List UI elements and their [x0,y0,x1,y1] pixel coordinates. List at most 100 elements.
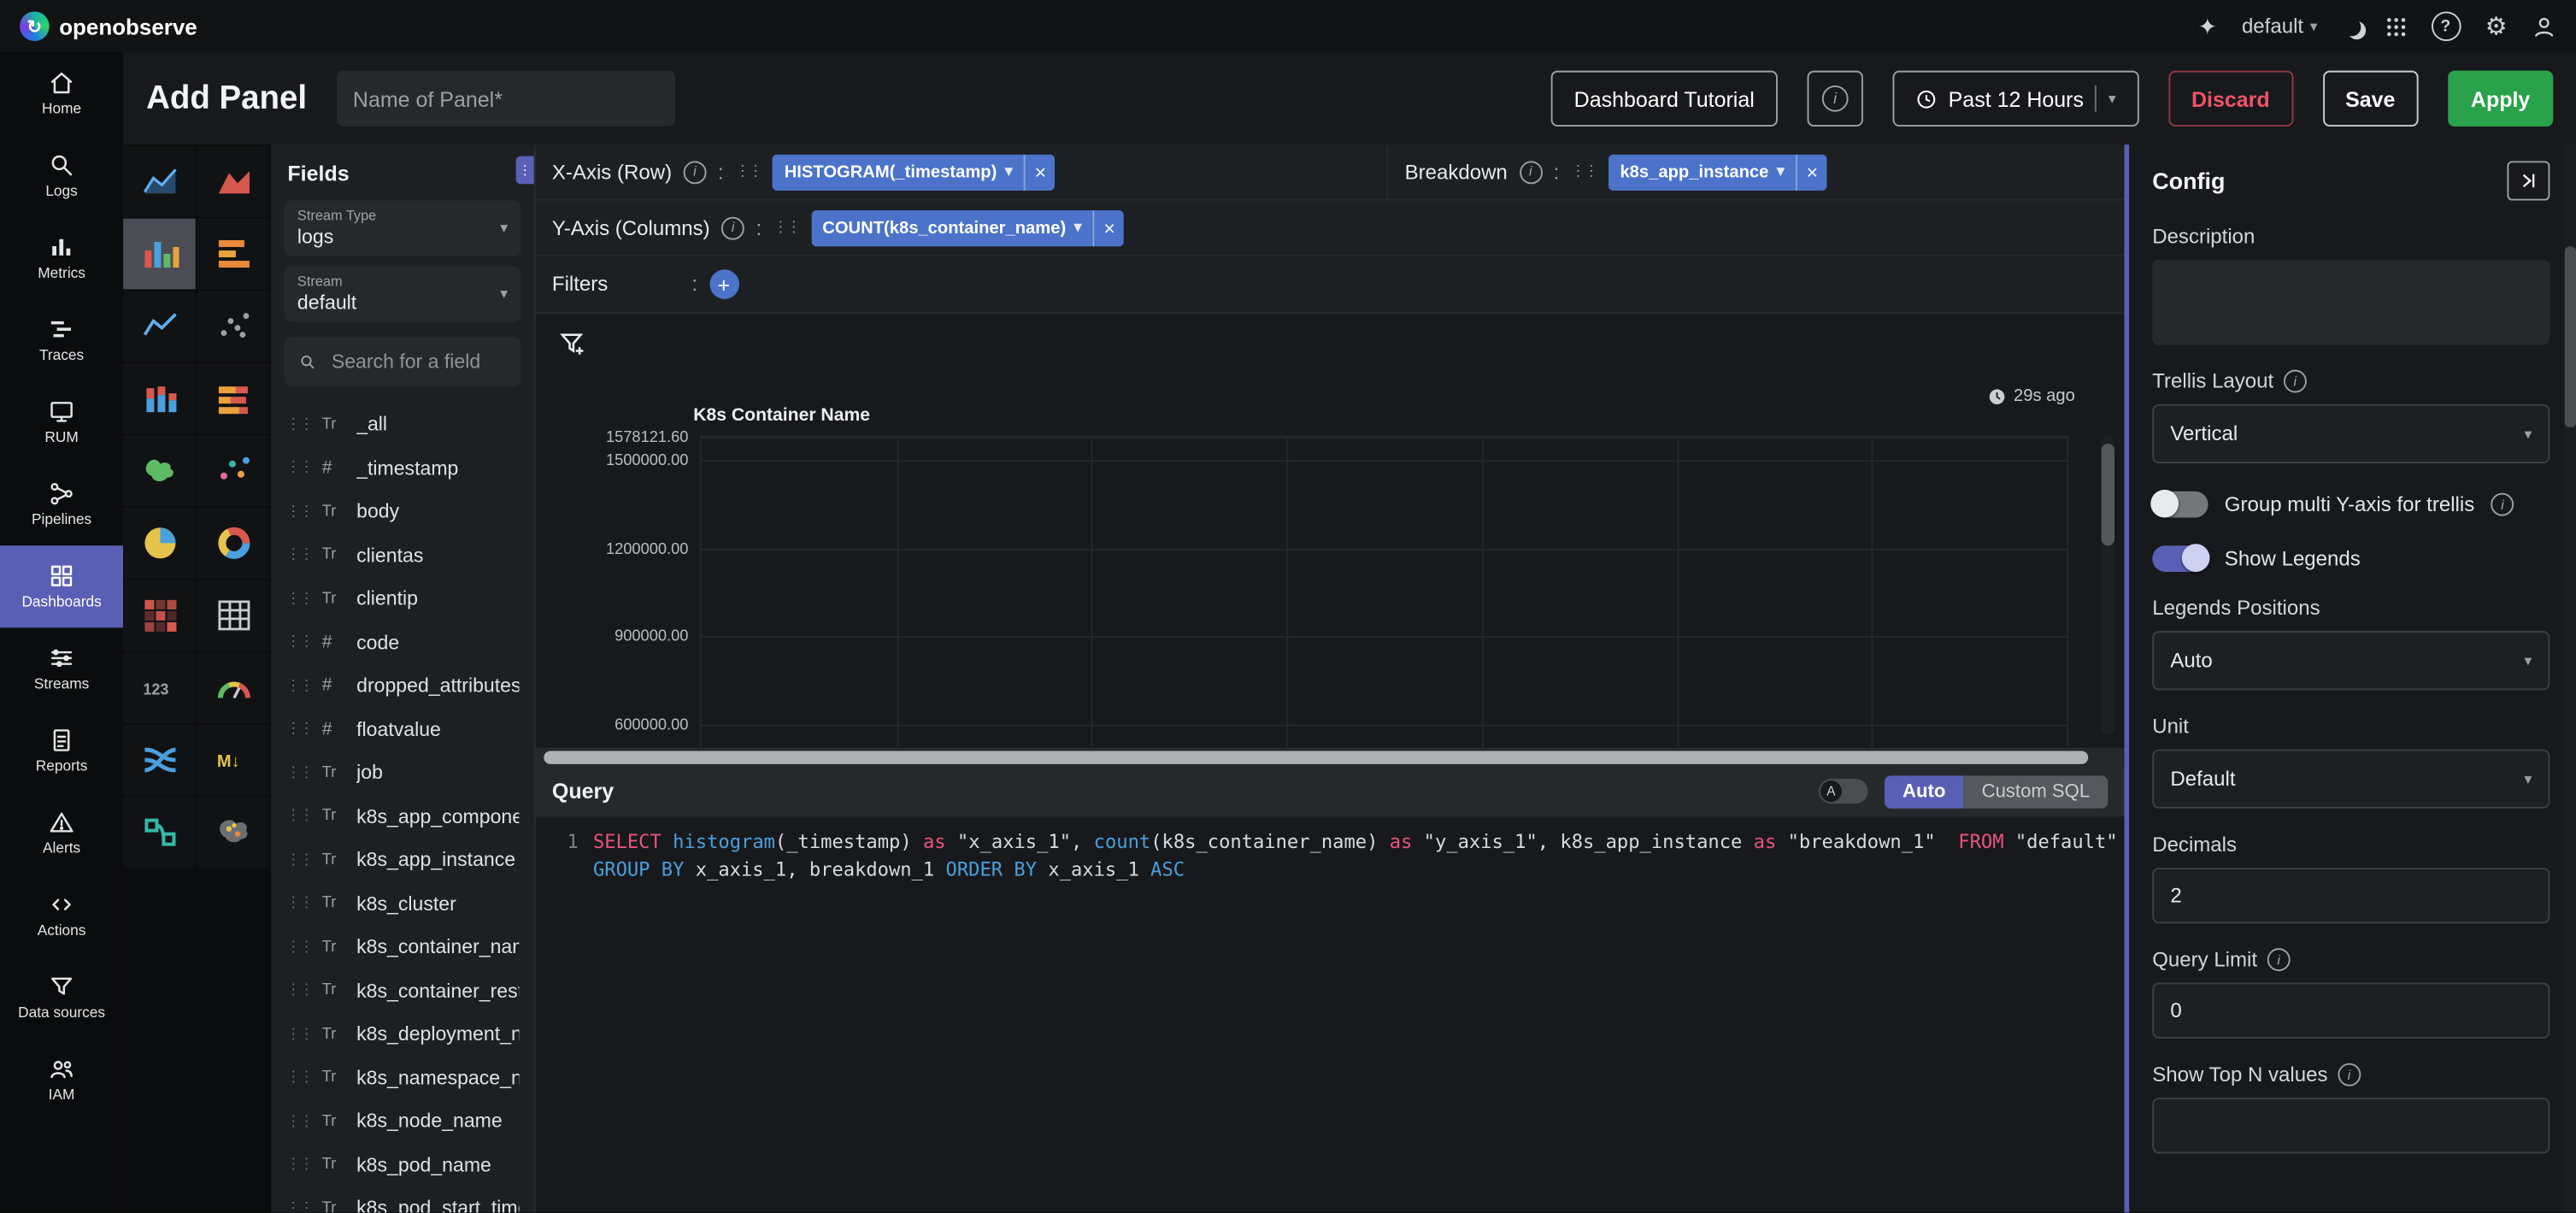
scrollbar-thumb[interactable] [544,751,2088,763]
chart-type-area[interactable] [197,146,270,217]
chart-type-geo-map[interactable] [123,435,196,506]
sidebar-item-reports[interactable]: Reports [0,710,123,792]
breakdown-field-chip[interactable]: k8s_app_instance ▾ [1609,154,1796,190]
field-item[interactable]: ⋮⋮Trk8s_pod_name [271,1143,534,1187]
chart-type-stacked-bar[interactable] [123,363,196,434]
field-item[interactable]: ⋮⋮Trjob [271,751,534,794]
group-multi-yaxis-toggle[interactable] [2152,492,2208,518]
field-item[interactable]: ⋮⋮Trk8s_pod_start_time [271,1187,534,1213]
function-toggle[interactable]: A [1819,779,1868,804]
query-limit-input[interactable] [2152,983,2550,1039]
scrollbar-thumb[interactable] [2565,246,2576,427]
field-item[interactable]: ⋮⋮Trbody [271,490,534,533]
field-item[interactable]: ⋮⋮Trclientip [271,577,534,621]
field-item[interactable]: ⋮⋮#floatvalue [271,708,534,751]
drag-handle-icon[interactable]: ⋮⋮ [735,162,762,180]
config-scrollbar[interactable] [2565,144,2576,1212]
sidebar-item-streams[interactable]: Streams [0,627,123,710]
chart-type-scatter[interactable] [197,291,270,362]
settings-gear-icon[interactable]: ⚙ [2485,11,2508,41]
field-item[interactable]: ⋮⋮Trk8s_deployment_na [271,1012,534,1056]
sidebar-item-home[interactable]: Home [0,53,123,135]
org-selector[interactable]: default ▾ [2242,15,2318,38]
field-item[interactable]: ⋮⋮#dropped_attributes_ [271,664,534,708]
brand[interactable]: ↻ openobserve [20,11,197,41]
sidebar-item-pipelines[interactable]: Pipelines [0,463,123,545]
field-item[interactable]: ⋮⋮Trclientas [271,533,534,577]
tab-custom-sql[interactable]: Custom SQL [1963,774,2108,807]
field-item[interactable]: ⋮⋮Trk8s_container_resta [271,969,534,1012]
legends-positions-select[interactable]: Auto ▾ [2152,631,2550,690]
chart-type-h-bar[interactable] [197,219,270,290]
chart-type-donut[interactable] [197,508,270,579]
apps-grid-icon[interactable] [2385,15,2406,37]
theme-moon-icon[interactable] [2342,17,2360,35]
chart-type-h-stacked-bar[interactable] [197,363,270,434]
ai-sparkle-icon[interactable]: ✦ [2198,12,2218,40]
drag-handle-icon[interactable]: ⋮⋮ [773,219,800,237]
chart-horizontal-scrollbar[interactable] [536,747,2125,767]
sidebar-item-actions[interactable]: Actions [0,874,123,957]
stream-select[interactable]: Stream default ▾ [285,266,521,321]
show-legends-toggle[interactable] [2152,545,2208,572]
save-button[interactable]: Save [2322,71,2418,127]
panel-name-input[interactable] [337,71,675,127]
field-item[interactable]: ⋮⋮Trk8s_namespace_na [271,1056,534,1099]
chart-type-pie[interactable] [123,508,196,579]
sidebar-item-alerts[interactable]: Alerts [0,792,123,874]
sidebar-item-logs[interactable]: Logs [0,135,123,217]
user-avatar-icon[interactable] [2532,14,2556,38]
field-item[interactable]: ⋮⋮Tr_all [271,403,534,446]
drag-handle-icon[interactable]: ⋮⋮ [1571,162,1597,180]
field-item[interactable]: ⋮⋮Trk8s_node_name [271,1099,534,1143]
unit-select[interactable]: Default ▾ [2152,750,2550,809]
sidebar-item-rum[interactable]: RUM [0,381,123,463]
chart-type-line[interactable] [123,291,196,362]
scrollbar-thumb[interactable] [2102,444,2114,545]
y-axis-chip-remove[interactable]: × [1093,209,1125,245]
tab-auto[interactable]: Auto [1885,774,1964,807]
chart-type-gauge[interactable] [197,652,270,723]
field-item[interactable]: ⋮⋮Trk8s_app_componen [271,794,534,838]
sidebar-item-traces[interactable]: Traces [0,299,123,381]
chart-type-area-line[interactable] [123,146,196,217]
chart-type-metric[interactable]: 123 [123,652,196,723]
plot-area[interactable]: 1578121.601500000.001200000.00900000.006… [700,435,2068,746]
stream-type-select[interactable]: Stream Type logs ▾ [285,201,521,256]
chart-vertical-scrollbar[interactable] [2102,435,2114,733]
fields-drag-handle[interactable]: ⋮⋮ [516,156,536,185]
chart-type-bar[interactable] [123,219,196,290]
x-axis-field-chip[interactable]: HISTOGRAM(_timestamp) ▾ [773,154,1024,190]
top-n-input[interactable] [2152,1098,2550,1153]
field-item[interactable]: ⋮⋮#_timestamp [271,446,534,490]
chart-type-heatmap[interactable] [123,580,196,651]
decimals-input[interactable] [2152,868,2550,923]
sql-editor[interactable]: 1SELECT histogram(_timestamp) as "x_axis… [536,816,2125,1212]
field-item[interactable]: ⋮⋮Trk8s_cluster [271,881,534,925]
add-filter-button[interactable]: + [709,269,739,299]
panel-info-button[interactable]: i [1807,71,1862,127]
chart-type-geo-points[interactable] [197,797,270,868]
sidebar-item-dashboards[interactable]: Dashboards [0,545,123,627]
field-search-input[interactable] [328,349,506,375]
apply-button[interactable]: Apply [2448,71,2553,127]
field-item[interactable]: ⋮⋮Trk8s_app_instance [271,838,534,881]
sidebar-item-iam[interactable]: IAM [0,1039,123,1121]
sidebar-item-data-sources[interactable]: Data sources [0,957,123,1039]
chart-type-multi-scatter[interactable] [197,435,270,506]
field-item[interactable]: ⋮⋮#code [271,621,534,664]
breakdown-chip-remove[interactable]: × [1796,154,1827,190]
y-axis-field-chip[interactable]: COUNT(k8s_container_name) ▾ [811,209,1093,245]
add-filter-condition-icon[interactable] [559,328,589,358]
trellis-layout-select[interactable]: Vertical ▾ [2152,404,2550,463]
sidebar-item-metrics[interactable]: Metrics [0,217,123,299]
chart-type-flow[interactable] [123,797,196,868]
chart-type-sankey[interactable] [123,725,196,796]
field-item[interactable]: ⋮⋮Trk8s_container_nam [271,925,534,969]
time-range-button[interactable]: Past 12 Hours ▾ [1892,71,2138,127]
help-icon[interactable]: ? [2431,11,2461,41]
discard-button[interactable]: Discard [2168,71,2293,127]
dashboard-tutorial-button[interactable]: Dashboard Tutorial [1551,71,1778,127]
chart-type-table[interactable] [197,580,270,651]
collapse-config-icon[interactable] [2507,161,2550,200]
